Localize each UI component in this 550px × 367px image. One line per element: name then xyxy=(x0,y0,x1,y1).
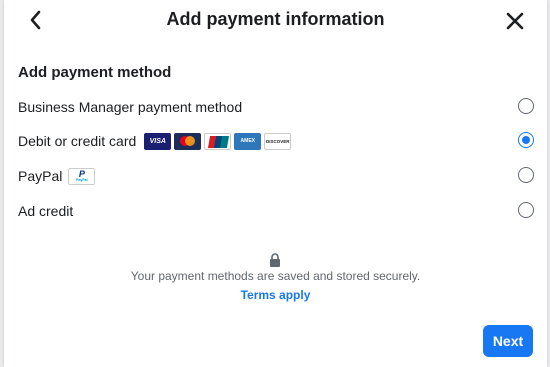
visa-logo: VISA xyxy=(144,132,172,150)
dialog-title: Add payment information xyxy=(166,9,385,29)
radio-debit-credit-card[interactable] xyxy=(518,132,534,148)
card-logos: VISA AMEX DISCOVER xyxy=(144,132,292,150)
radio-ad-credit[interactable] xyxy=(518,202,534,218)
secure-storage-note: Your payment methods are saved and store… xyxy=(130,269,421,283)
mastercard-logo xyxy=(174,132,202,150)
option-debit-credit-card[interactable]: Debit or credit card VISA AMEX DISCOVER xyxy=(18,129,534,153)
payment-dialog: Add payment information Add payment meth… xyxy=(4,0,547,367)
discover-logo: DISCOVER xyxy=(264,132,292,150)
next-button[interactable]: Next xyxy=(483,325,533,357)
amex-logo: AMEX xyxy=(234,132,262,150)
radio-business-manager[interactable] xyxy=(518,98,534,114)
option-label: Business Manager payment method xyxy=(18,99,243,115)
radio-paypal[interactable] xyxy=(518,167,534,183)
unionpay-logo xyxy=(204,132,232,150)
terms-link[interactable]: Terms apply xyxy=(4,288,547,302)
option-business-manager[interactable]: Business Manager payment method xyxy=(18,95,534,119)
close-button[interactable] xyxy=(503,9,527,33)
option-label: Debit or credit card xyxy=(18,133,137,149)
option-paypal[interactable]: PayPal P PayPal xyxy=(18,164,534,188)
dialog-header: Add payment information xyxy=(4,0,547,42)
option-ad-credit[interactable]: Ad credit xyxy=(18,199,534,223)
option-label: PayPal xyxy=(18,168,63,184)
lock-icon xyxy=(270,253,280,267)
option-label: Ad credit xyxy=(18,203,74,219)
close-icon xyxy=(506,12,524,30)
paypal-logo: P PayPal xyxy=(68,167,96,185)
section-heading: Add payment method xyxy=(18,64,172,81)
